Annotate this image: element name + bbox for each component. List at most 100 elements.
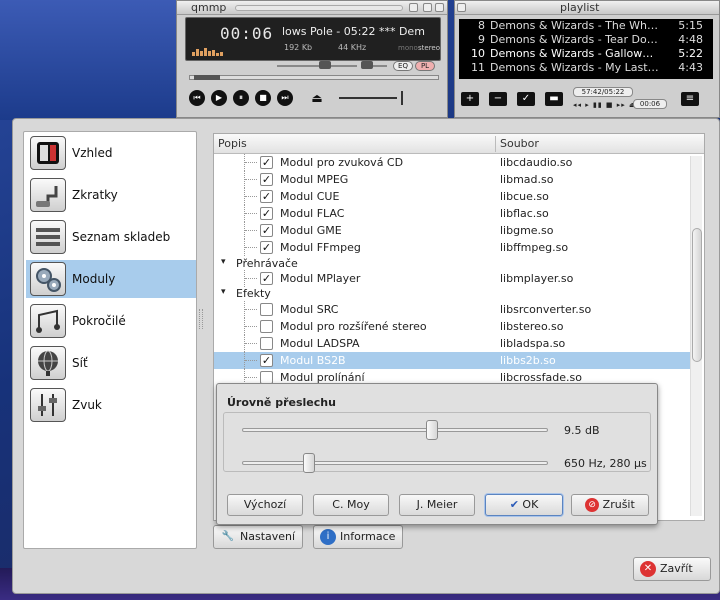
play-icon[interactable]: ▶: [211, 90, 227, 106]
next-icon[interactable]: ⏭: [277, 90, 293, 106]
titlebar-grip: [235, 5, 403, 11]
sidebar-item-modules[interactable]: Moduly: [26, 260, 196, 298]
checkbox[interactable]: [260, 303, 273, 316]
table-row[interactable]: ✓ Modul MPEG libmad.so: [214, 171, 690, 188]
table-row[interactable]: Modul SRC libsrconverter.so: [214, 301, 690, 318]
cutoff-frequency-handle[interactable]: [303, 453, 316, 473]
crossfeed-level-track[interactable]: [242, 428, 548, 432]
info-button[interactable]: i Informace: [313, 525, 403, 549]
playlist-row[interactable]: 8 Demons & Wizards - The Wh… 5:15: [459, 19, 713, 33]
cmoy-preset-button[interactable]: C. Moy: [313, 494, 389, 516]
checkbox[interactable]: ✓: [260, 173, 273, 186]
scrollbar-thumb[interactable]: [692, 228, 702, 362]
table-row[interactable]: ✓ Modul pro zvuková CD libcdaudio.so: [214, 154, 690, 171]
playlist-titlebar[interactable]: playlist: [455, 1, 719, 15]
playlist-grip-icon: [457, 3, 466, 12]
cutoff-frequency-track[interactable]: [242, 461, 548, 465]
playlist-window: playlist 8 Demons & Wizards - The Wh… 5:15…: [454, 0, 720, 118]
checkbox[interactable]: ✓: [260, 156, 273, 169]
crossfeed-level-handle[interactable]: [425, 420, 438, 440]
sidebar-item-advanced[interactable]: Pokročilé: [26, 302, 196, 340]
table-row[interactable]: ✓ Modul GME libgme.so: [214, 222, 690, 239]
seek-knob[interactable]: [194, 75, 220, 80]
settings-button[interactable]: 🔧 Nastavení: [213, 525, 303, 549]
elapsed-time: 00:06: [220, 24, 274, 43]
previous-icon[interactable]: ⏮: [189, 90, 205, 106]
collapse-icon[interactable]: ▾: [221, 287, 226, 297]
remove-icon[interactable]: −: [489, 92, 507, 106]
table-header: Popis Soubor: [214, 134, 704, 154]
pause-icon[interactable]: ⏸: [233, 90, 249, 106]
table-row[interactable]: ✓ Modul FFmpeg libffmpeg.so: [214, 239, 690, 256]
default-preset-button[interactable]: Výchozí: [227, 494, 303, 516]
group-effects[interactable]: ▾ Efekty: [214, 286, 690, 301]
select-icon[interactable]: ✓: [517, 92, 535, 106]
playlist-current-time: 00:06: [633, 99, 667, 109]
table-row[interactable]: Modul pro rozšířené stereo libstereo.so: [214, 318, 690, 335]
table-row-selected[interactable]: ✓ Modul BS2B libbs2b.so: [214, 352, 690, 369]
checkbox[interactable]: [260, 337, 273, 350]
sidebar-item-shortcuts[interactable]: Zkratky: [26, 176, 196, 214]
close-button[interactable]: ✕ Zavřít: [633, 557, 711, 581]
add-icon[interactable]: +: [461, 92, 479, 106]
list-menu-icon[interactable]: ≡: [681, 92, 699, 106]
playlist-title: playlist: [560, 1, 600, 14]
playlist-row-current[interactable]: 10 Demons & Wizards - Gallow… 5:22: [459, 47, 713, 61]
sidebar-item-sound[interactable]: Zvuk: [26, 386, 196, 424]
pl-button[interactable]: PL: [415, 61, 435, 71]
player-window: qmmp 00:06 lows Pole - 05:22 *** Dem 192…: [176, 0, 448, 118]
sidebar-label: Pokročilé: [72, 314, 126, 328]
sidebar-item-appearance[interactable]: Vzhled: [26, 134, 196, 172]
volume-knob[interactable]: [319, 61, 331, 69]
playlist-row[interactable]: 9 Demons & Wizards - Tear Do… 4:48: [459, 33, 713, 47]
balance-knob[interactable]: [361, 61, 373, 69]
splitter-handle[interactable]: [199, 309, 203, 329]
minimize-icon[interactable]: [409, 3, 418, 12]
cutoff-frequency-value: 650 Hz, 280 µs: [564, 457, 647, 470]
stereo-indicator: stereo: [418, 44, 441, 52]
eject-icon[interactable]: ⏏: [309, 90, 325, 106]
checkbox[interactable]: ✓: [260, 241, 273, 254]
column-header-file[interactable]: Soubor: [500, 137, 539, 150]
jmeier-preset-button[interactable]: J. Meier: [399, 494, 475, 516]
sidebar-item-playlist[interactable]: Seznam skladeb: [26, 218, 196, 256]
table-row[interactable]: ✓ Modul FLAC libflac.so: [214, 205, 690, 222]
desktop-wallpaper: [0, 0, 176, 120]
checkbox[interactable]: ✓: [260, 272, 273, 285]
playlist-total-time: 57:42/05:22: [573, 87, 633, 97]
vertical-scrollbar[interactable]: [690, 156, 702, 516]
checkbox[interactable]: ✓: [260, 207, 273, 220]
checkbox[interactable]: ✓: [260, 224, 273, 237]
advanced-icon: [30, 304, 66, 338]
volume-slider[interactable]: [277, 65, 357, 67]
check-icon: ✔: [509, 498, 519, 511]
table-row[interactable]: Modul LADSPA libladspa.so: [214, 335, 690, 352]
dialog-title: Úrovně přeslechu: [227, 396, 336, 409]
volume-track[interactable]: [339, 97, 397, 99]
playlist-icon: [30, 220, 66, 254]
mini-controls[interactable]: ◂◂ ▸ ▮▮ ■ ▸▸ ⏏: [573, 101, 637, 109]
sidebar-label: Zvuk: [72, 398, 102, 412]
table-row[interactable]: ✓ Modul CUE libcue.so: [214, 188, 690, 205]
playlist-row[interactable]: 11 Demons & Wizards - My Last… 4:43: [459, 61, 713, 75]
playlist-list[interactable]: 8 Demons & Wizards - The Wh… 5:15 9 Demons …: [459, 19, 713, 79]
checkbox[interactable]: ✓: [260, 354, 273, 367]
close-icon[interactable]: [435, 3, 444, 12]
stop-icon[interactable]: ■: [255, 90, 271, 106]
seek-bar[interactable]: [189, 75, 439, 80]
visualization: [192, 46, 226, 56]
group-players[interactable]: ▾ Přehrávače: [214, 256, 690, 271]
column-header-description[interactable]: Popis: [218, 137, 247, 150]
checkbox[interactable]: [260, 320, 273, 333]
ok-button[interactable]: ✔ OK: [485, 494, 563, 516]
shade-icon[interactable]: [423, 3, 432, 12]
collapse-icon[interactable]: ▾: [221, 257, 226, 267]
player-titlebar[interactable]: qmmp: [177, 1, 447, 15]
misc-icon[interactable]: ▬: [545, 92, 563, 106]
sidebar-label: Seznam skladeb: [72, 230, 171, 244]
checkbox[interactable]: ✓: [260, 190, 273, 203]
table-row[interactable]: ✓ Modul MPlayer libmplayer.so: [214, 270, 690, 287]
cancel-button[interactable]: ⊘ Zrušit: [571, 494, 649, 516]
sidebar-item-network[interactable]: Síť: [26, 344, 196, 382]
eq-button[interactable]: EQ: [393, 61, 413, 71]
